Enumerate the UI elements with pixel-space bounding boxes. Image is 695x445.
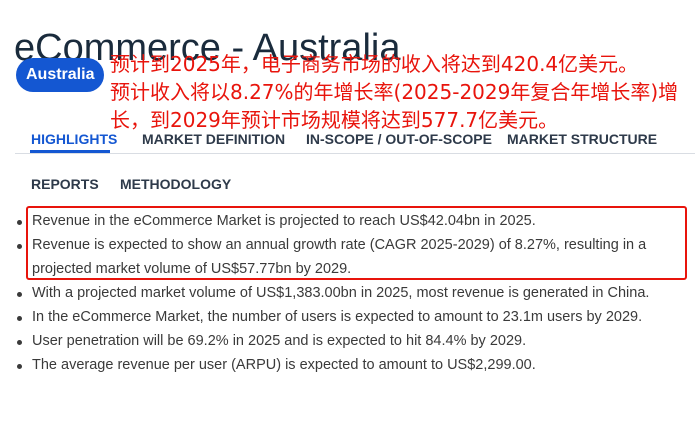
tab-reports[interactable]: REPORTS (31, 176, 99, 192)
country-badge[interactable]: Australia (16, 58, 105, 92)
tab-market-structure[interactable]: MARKET STRUCTURE (507, 131, 657, 147)
active-tab-indicator (30, 150, 110, 153)
annotation-line-3: 长，到2029年预计市场规模将达到577.7亿美元。 (110, 108, 559, 132)
annotation-text: 预计到2025年，电子商务市场的收入将达到420.4亿美元。 预计收入将以8.2… (110, 50, 695, 134)
tab-methodology[interactable]: METHODOLOGY (120, 176, 231, 192)
annotation-line-1: 预计到2025年，电子商务市场的收入将达到420.4亿美元。 (110, 52, 639, 76)
highlights-list: Revenue in the eCommerce Market is proje… (14, 210, 684, 378)
highlight-item: With a projected market volume of US$1,3… (14, 282, 684, 306)
tab-market-definition[interactable]: MARKET DEFINITION (142, 131, 285, 147)
highlight-item: Revenue is expected to show an annual gr… (14, 234, 684, 281)
tab-highlights[interactable]: HIGHLIGHTS (31, 131, 117, 147)
highlight-item: The average revenue per user (ARPU) is e… (14, 354, 684, 378)
annotation-line-2: 预计收入将以8.27%的年增长率(2025-2029年复合年增长率)增 (110, 80, 679, 104)
highlight-item: User penetration will be 69.2% in 2025 a… (14, 330, 684, 354)
highlight-item: Revenue in the eCommerce Market is proje… (14, 210, 684, 234)
tab-in-scope-out-of-scope[interactable]: IN-SCOPE / OUT-OF-SCOPE (306, 131, 492, 147)
tabs-divider (15, 153, 695, 154)
highlight-item: In the eCommerce Market, the number of u… (14, 306, 684, 330)
